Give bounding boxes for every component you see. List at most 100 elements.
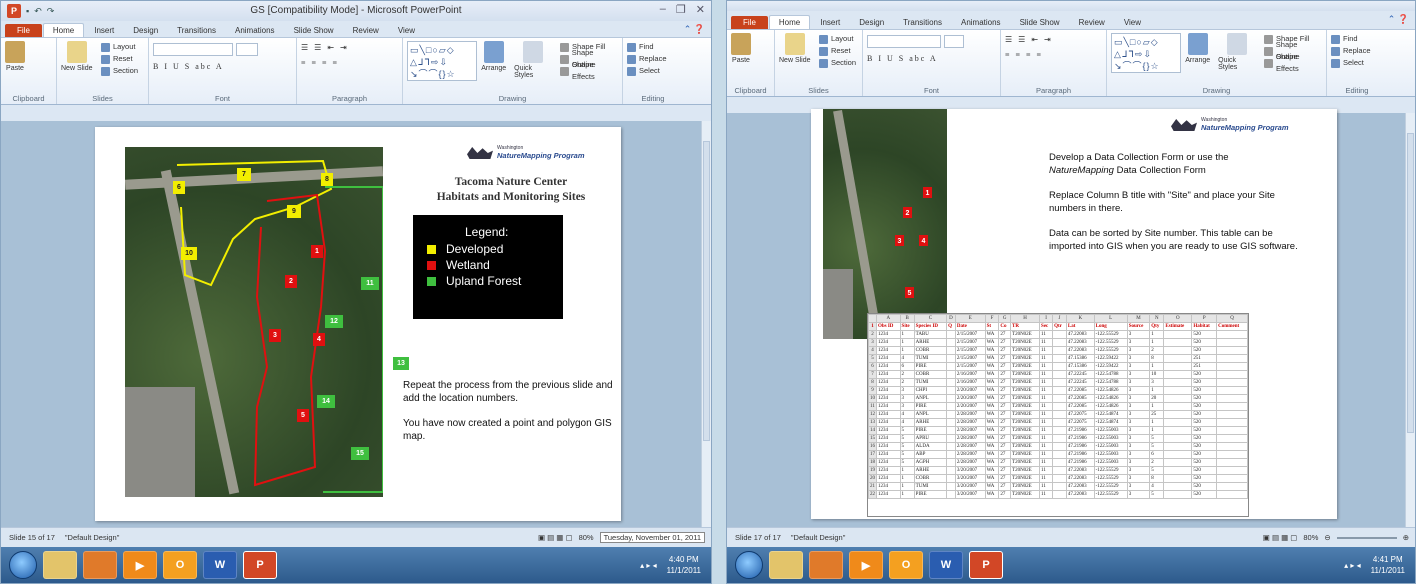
table-cell[interactable]: 6 <box>1149 450 1165 459</box>
table-cell[interactable]: 27 <box>998 442 1012 451</box>
table-cell[interactable]: ABP <box>913 450 948 459</box>
align-buttons[interactable]: ≡ ≡ ≡ ≡ <box>1005 50 1102 59</box>
table-cell[interactable]: WA <box>984 482 1000 491</box>
site-marker[interactable]: 5 <box>905 287 914 298</box>
table-cell[interactable] <box>946 426 956 435</box>
table-cell[interactable]: 520 <box>1191 450 1218 459</box>
table-cell[interactable]: 20 <box>1149 394 1165 403</box>
tab-view[interactable]: View <box>1115 16 1150 29</box>
table-cell[interactable]: ALDA <box>913 442 948 451</box>
table-cell[interactable]: -122.55529 <box>1093 338 1128 347</box>
table-cell[interactable]: WA <box>984 458 1000 467</box>
table-cell[interactable] <box>1163 434 1193 443</box>
table-cell[interactable]: T20N02E <box>1010 378 1041 387</box>
table-cell[interactable]: 1234 <box>876 458 901 467</box>
table-cell[interactable] <box>1163 338 1193 347</box>
table-cell[interactable]: T20N02E <box>1010 346 1041 355</box>
table-cell[interactable]: -122.55529 <box>1093 346 1128 355</box>
word-icon[interactable]: W <box>929 551 963 579</box>
table-cell[interactable]: 520 <box>1191 402 1218 411</box>
table-cell[interactable]: -122.54826 <box>1093 402 1128 411</box>
table-cell[interactable]: 3/20/2007 <box>954 466 986 475</box>
site-marker[interactable]: 1 <box>311 245 323 258</box>
table-cell[interactable]: 27 <box>998 386 1012 395</box>
table-cell[interactable]: 27 <box>998 418 1012 427</box>
table-cell[interactable]: 3 <box>899 394 915 403</box>
table-cell[interactable] <box>1163 370 1193 379</box>
table-cell[interactable]: 4 <box>899 410 915 419</box>
table-cell[interactable] <box>946 474 956 483</box>
table-cell[interactable]: 1234 <box>876 482 901 491</box>
font-format-buttons[interactable]: B I U S abc A <box>867 54 996 63</box>
table-cell[interactable]: 27 <box>998 426 1012 435</box>
zoom-slider[interactable] <box>1336 536 1397 539</box>
table-cell[interactable] <box>946 394 956 403</box>
table-cell[interactable]: 2/20/2007 <box>954 394 986 403</box>
table-cell[interactable]: 27 <box>998 410 1012 419</box>
shapes-gallery[interactable]: ▭╲□○▱◇ △ᒧᒣ⇨⇩ ↘⌒⌒{}☆ <box>407 41 478 81</box>
table-cell[interactable]: 27 <box>998 354 1012 363</box>
table-cell[interactable]: Long <box>1093 322 1128 331</box>
paste-button[interactable]: Paste <box>731 33 751 64</box>
table-cell[interactable]: -122.54826 <box>1093 386 1128 395</box>
table-cell[interactable]: 3 <box>1149 378 1165 387</box>
table-cell[interactable]: 2/15/2007 <box>954 354 986 363</box>
table-cell[interactable]: 251 <box>1191 354 1218 363</box>
table-cell[interactable]: Lat <box>1065 322 1095 331</box>
table-cell[interactable]: WA <box>984 442 1000 451</box>
table-cell[interactable]: PIRE <box>913 402 948 411</box>
table-cell[interactable] <box>1163 386 1193 395</box>
tab-review[interactable]: Review <box>1070 16 1114 29</box>
table-cell[interactable]: 47.22083 <box>1065 330 1095 339</box>
table-cell[interactable]: 1 <box>1149 386 1165 395</box>
table-cell[interactable]: 3/20/2007 <box>954 482 986 491</box>
font-name-combo[interactable] <box>153 43 233 56</box>
table-cell[interactable]: -122.54788 <box>1093 378 1128 387</box>
table-cell[interactable]: 27 <box>998 378 1012 387</box>
table-cell[interactable]: 251 <box>1191 362 1218 371</box>
table-cell[interactable]: WA <box>984 338 1000 347</box>
table-cell[interactable]: TUMI <box>913 354 948 363</box>
table-cell[interactable]: C <box>913 314 948 323</box>
start-button[interactable] <box>735 551 763 579</box>
table-cell[interactable]: Habitat <box>1191 322 1218 331</box>
table-cell[interactable] <box>946 346 956 355</box>
table-cell[interactable]: 1234 <box>876 474 901 483</box>
restore-button[interactable]: ❐ <box>676 3 686 16</box>
table-cell[interactable]: WA <box>984 410 1000 419</box>
table-cell[interactable]: WA <box>984 474 1000 483</box>
table-cell[interactable]: WA <box>984 418 1000 427</box>
table-cell[interactable]: 47.21986 <box>1065 442 1095 451</box>
site-marker[interactable]: 10 <box>181 247 197 260</box>
table-cell[interactable]: 1234 <box>876 370 901 379</box>
table-cell[interactable] <box>946 330 956 339</box>
table-cell[interactable] <box>1216 402 1248 411</box>
table-cell[interactable]: 47.21986 <box>1065 450 1095 459</box>
tab-design[interactable]: Design <box>850 16 893 29</box>
table-cell[interactable] <box>1216 386 1248 395</box>
site-marker[interactable]: 15 <box>351 447 369 460</box>
table-cell[interactable]: 2/16/2007 <box>954 378 986 387</box>
site-marker[interactable]: 8 <box>321 173 333 186</box>
table-cell[interactable]: 3 <box>1126 378 1151 387</box>
table-cell[interactable]: 2/28/2007 <box>954 442 986 451</box>
table-cell[interactable]: -122.55003 <box>1093 458 1128 467</box>
table-cell[interactable] <box>1163 354 1193 363</box>
table-cell[interactable] <box>1052 338 1067 347</box>
table-cell[interactable]: WA <box>984 330 1000 339</box>
table-cell[interactable]: 520 <box>1191 410 1218 419</box>
table-cell[interactable]: -122.55003 <box>1093 450 1128 459</box>
find-button[interactable]: Find <box>1331 33 1383 45</box>
table-cell[interactable]: -122.55003 <box>1093 442 1128 451</box>
table-cell[interactable]: 1234 <box>876 362 901 371</box>
table-cell[interactable]: 520 <box>1191 434 1218 443</box>
table-cell[interactable]: ANPL <box>913 394 948 403</box>
tab-view[interactable]: View <box>389 24 424 37</box>
table-cell[interactable]: 520 <box>1191 458 1218 467</box>
site-marker[interactable]: 13 <box>393 357 409 370</box>
table-cell[interactable]: 4 <box>899 418 915 427</box>
table-cell[interactable] <box>1163 482 1193 491</box>
table-cell[interactable]: 47.22083 <box>1065 474 1095 483</box>
table-cell[interactable]: TR <box>1010 322 1041 331</box>
vertical-scrollbar[interactable] <box>1405 113 1415 527</box>
